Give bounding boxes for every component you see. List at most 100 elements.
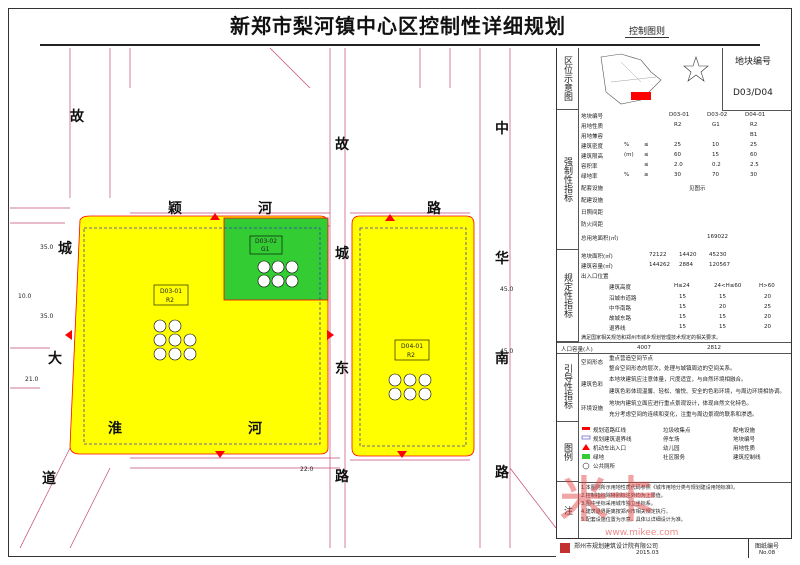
section-guidance: 引导性指标 xyxy=(557,352,579,422)
legend-item-7: 停车场 xyxy=(663,437,680,443)
parcel-d03-02-area xyxy=(223,217,329,301)
parcel-d03-02-code: G1 xyxy=(261,246,270,253)
row-density-v3: 25 xyxy=(750,142,757,148)
legend-item-2: 规划建筑退界线 xyxy=(593,437,632,443)
mandatory-table: 地块编号 D03-01 D03-02 D04-01 用地性质 R2 G1 R2 … xyxy=(579,110,791,250)
watermark-url: www.mikee.com xyxy=(605,528,679,538)
guidance-block: 空间形态 建筑色彩 环境设施 重点营造空间节点 整合空间形态的层次，处理与城镇周… xyxy=(579,352,791,422)
block-no-box: 地块编号 D03/D04 xyxy=(722,48,792,111)
road-label-lu-top: 路 xyxy=(427,201,441,217)
row-far-v1: 2.0 xyxy=(674,162,683,168)
watermark: 米卡 xyxy=(560,472,657,528)
row-use-label: 用地性质 xyxy=(581,124,604,130)
dim-label-7: 10.0 xyxy=(18,293,32,300)
population-v1: 4007 xyxy=(637,345,651,351)
road-label-hua: 华 xyxy=(495,251,509,267)
row-use-v1: R2 xyxy=(674,122,682,128)
gfa-v1: 144262 xyxy=(649,262,670,268)
legend-item-1: 规划道路红线 xyxy=(593,428,627,434)
parcel-d04-01-area xyxy=(351,215,475,457)
road-label-cheng-center: 城 xyxy=(335,246,349,262)
road-label-lu-right: 路 xyxy=(495,465,509,481)
dim-label-5: 45.0 xyxy=(500,348,514,355)
setback-h1: H≤24 xyxy=(674,283,690,289)
setback-r2-v0: 15 xyxy=(679,314,686,320)
row-far-cmp: ≤ xyxy=(644,162,649,168)
area-v3: 45230 xyxy=(709,252,727,258)
sheet-label: 图纸编号 xyxy=(755,543,780,550)
other-row-2: 日照间距 xyxy=(581,210,604,216)
setback-r1-v2: 25 xyxy=(764,304,771,310)
road-label-gu-center: 故 xyxy=(335,137,349,153)
row-green-label: 绿地率 xyxy=(581,174,598,180)
setback-r2-v2: 20 xyxy=(764,314,771,320)
setback-h2: 24<H≤60 xyxy=(714,283,742,289)
dim-label-6: 22.0 xyxy=(300,466,314,473)
page-title: 新郑市梨河镇中心区控制性详细规划 xyxy=(230,14,566,38)
footer: 郑州市规划建筑设计院有限公司 2015.03 图纸编号 No.08 xyxy=(556,538,792,558)
area-label: 地块面积(㎡) xyxy=(581,254,613,260)
population-v3: 2812 xyxy=(707,345,721,351)
parcel-d03-01-label: D03-01 xyxy=(160,288,183,295)
row-compat-label: 用地兼容 xyxy=(581,134,604,140)
row-green-v3: 30 xyxy=(750,172,757,178)
legend-item-6: 垃圾收集点 xyxy=(663,428,691,434)
setback-h0: 建筑高度 xyxy=(609,285,632,291)
row-height-cmp: ≤ xyxy=(644,152,649,158)
legend-item-9: 社区服务 xyxy=(663,455,686,461)
dim-label-1: 35.0 xyxy=(40,244,54,251)
road-label-ying: 颖 xyxy=(168,201,182,217)
facility-label: 配套设施 xyxy=(581,186,604,192)
map-svg xyxy=(10,48,556,548)
road-label-lu-center: 路 xyxy=(335,469,349,485)
road-label-dao: 道 xyxy=(42,471,56,487)
plan-map[interactable]: D03-01 R2 D03-02 G1 D04-01 R2 故 城 大 淮 道 … xyxy=(10,48,556,548)
header-d03-02: D03-02 xyxy=(707,112,728,118)
road-label-gu-left: 故 xyxy=(70,109,84,125)
road-label-zhong: 中 xyxy=(495,121,509,137)
road-label-dong: 东 xyxy=(335,361,349,377)
row-height-v1: 60 xyxy=(674,152,681,158)
guide-item-6: 充分考虑空间的连续和变化，注重与周边景观的联系和渗透。 xyxy=(609,412,758,418)
row-density-label: 建筑密度 xyxy=(581,144,604,150)
dim-label-3: 21.0 xyxy=(25,376,39,383)
parcel-d04-01-code: R2 xyxy=(407,352,415,359)
guide-item-1: 重点营造空间节点 xyxy=(609,356,654,362)
legend-item-8: 幼儿园 xyxy=(663,446,680,452)
gfa-v3: 120567 xyxy=(709,262,730,268)
setback-r3-v2: 20 xyxy=(764,324,771,330)
other-row-1: 配建设施 xyxy=(581,198,604,204)
guide-item-5: 地块内建筑立面应进行重点景观设计，体现自然文化特色。 xyxy=(609,401,753,407)
location-svg xyxy=(600,53,709,105)
entrance-label: 出入口位置 xyxy=(581,274,609,280)
setback-r0-v2: 20 xyxy=(764,294,771,300)
setback-r1-v1: 20 xyxy=(719,304,726,310)
total-area-label: 总用地面积(㎡) xyxy=(581,236,619,242)
parcel-d03-02-label: D03-02 xyxy=(255,238,278,245)
sheet-box: 图纸编号 No.08 xyxy=(748,539,793,558)
row-density-v2: 10 xyxy=(712,142,719,148)
row-green-unit: % xyxy=(624,172,630,178)
setback-r2-v1: 15 xyxy=(719,314,726,320)
row-density-v1: 25 xyxy=(674,142,681,148)
row-green-v1: 30 xyxy=(674,172,681,178)
gfa-v2: 2884 xyxy=(679,262,693,268)
setback-r3-k: 退界线 xyxy=(609,326,626,332)
regulatory-note: 满足国家相关规范和郑州市城乡规划管理技术规定的相关要求。 xyxy=(581,335,722,341)
guide-env-label: 环境设施 xyxy=(581,406,604,412)
footer-date: 2015.03 xyxy=(636,550,659,556)
setback-r0-k: 沿城市道路 xyxy=(609,296,637,302)
setback-r2-k: 故城东路 xyxy=(609,316,632,322)
setback-h3: H>60 xyxy=(759,283,775,289)
guide-item-3: 本地块建筑应注意体量，尺度适宜，与自然环境相融合。 xyxy=(609,377,747,383)
header-d03-01: D03-01 xyxy=(669,112,690,118)
parcel-d03-01-code: R2 xyxy=(166,297,174,304)
row-green-cmp: ≥ xyxy=(644,172,649,178)
other-row-3: 防火间距 xyxy=(581,222,604,228)
header-block-label: 地块编号 xyxy=(581,114,604,120)
regulatory-table: 地块面积(㎡) 72122 14420 45230 建筑容量(㎡) 144262… xyxy=(579,250,791,342)
guide-item-2: 整合空间形态的层次，处理与城镇周边的空间关系。 xyxy=(609,366,736,372)
row-height-unit: (m) xyxy=(624,152,634,158)
area-v2: 14420 xyxy=(679,252,697,258)
guide-color-label: 建筑色彩 xyxy=(581,382,604,388)
